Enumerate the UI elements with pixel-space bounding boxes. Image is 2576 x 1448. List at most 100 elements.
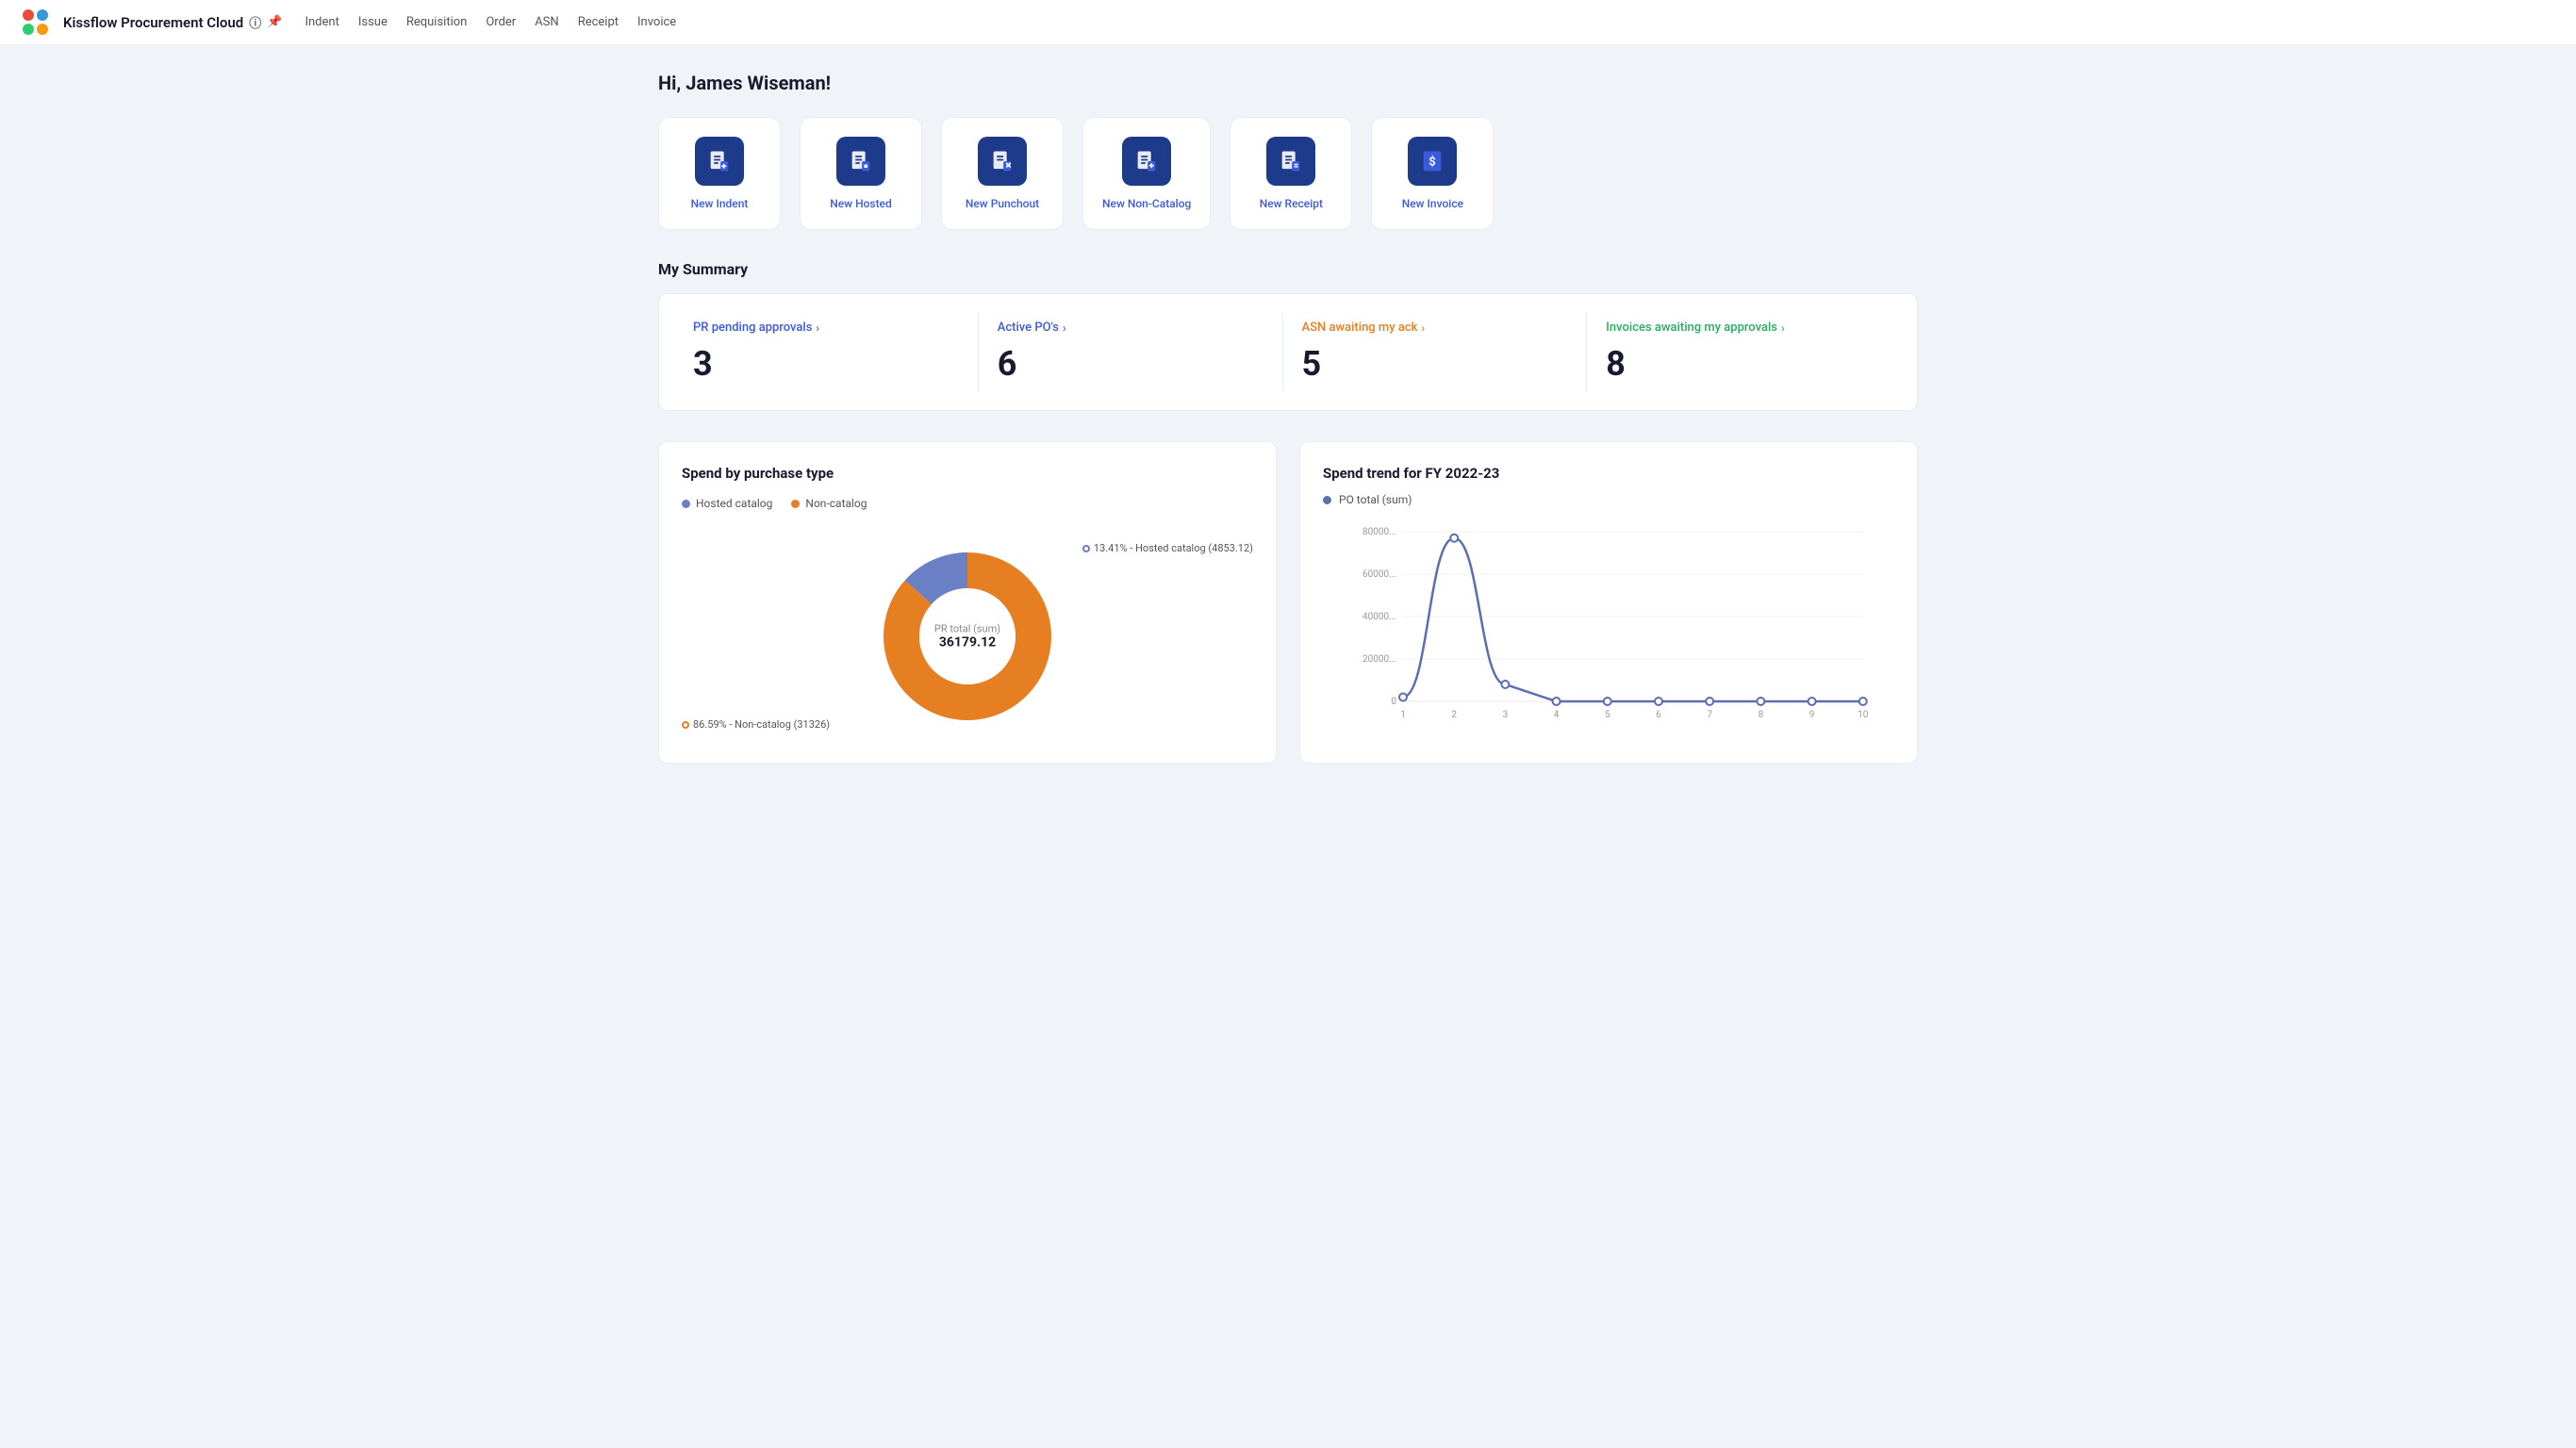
summary-title: My Summary — [658, 260, 1918, 278]
card-label-new-non-catalog: New Non-Catalog — [1102, 197, 1191, 210]
card-icon-new-punchout — [978, 137, 1027, 186]
annotation-noncatalog: 86.59% - Non-catalog (31326) — [682, 718, 830, 731]
line-legend-dot — [1323, 496, 1331, 504]
summary-invoices-value: 8 — [1606, 344, 1872, 384]
greeting-text: Hi, James Wiseman! — [658, 72, 1918, 94]
donut-center-label: PR total (sum) — [934, 623, 1000, 635]
chevron-pr: › — [816, 321, 819, 335]
svg-text:0: 0 — [1391, 697, 1396, 707]
donut-center-value: 36179.12 — [934, 635, 1000, 650]
donut-legend: Hosted catalog Non-catalog — [682, 497, 867, 510]
donut-chart-area: Hosted catalog Non-catalog 13.41% - Host… — [682, 497, 1253, 740]
summary-pr-label[interactable]: PR pending approvals › — [693, 321, 959, 335]
card-label-new-invoice: New Invoice — [1402, 197, 1463, 210]
info-icon[interactable]: ⓘ — [249, 13, 261, 31]
main-nav: Indent Issue Requisition Order ASN Recei… — [305, 15, 676, 29]
svg-text:20000...: 20000... — [1362, 654, 1396, 665]
main-content: Hi, James Wiseman! New Indent New Hosted… — [628, 45, 1948, 790]
card-new-invoice[interactable]: $ New Invoice — [1371, 117, 1494, 230]
nav-requisition[interactable]: Requisition — [406, 15, 468, 29]
datapoint-9 — [1808, 698, 1816, 705]
summary-asn: ASN awaiting my ack › 5 — [1283, 313, 1588, 391]
card-new-punchout[interactable]: New Punchout — [941, 117, 1064, 230]
datapoint-4 — [1553, 698, 1560, 705]
datapoint-6 — [1655, 698, 1662, 705]
legend-label-noncatalog: Non-catalog — [805, 497, 867, 510]
nav-issue[interactable]: Issue — [358, 15, 388, 29]
line-chart-svg: 80000... 60000... 40000... 20000... 0 — [1323, 518, 1894, 725]
card-label-new-hosted: New Hosted — [830, 197, 892, 210]
summary-po-label[interactable]: Active PO's › — [998, 321, 1263, 335]
donut-svg-wrapper: PR total (sum) 36179.12 — [864, 533, 1071, 740]
logo-dot-red — [23, 9, 34, 21]
svg-text:4: 4 — [1554, 710, 1560, 720]
svg-text:5: 5 — [1605, 710, 1610, 720]
nav-receipt[interactable]: Receipt — [578, 15, 619, 29]
datapoint-3 — [1501, 681, 1509, 688]
line-legend-label: PO total (sum) — [1339, 493, 1412, 506]
brand-section: Kissflow Procurement Cloud ⓘ 📌 — [63, 13, 282, 31]
app-header: Kissflow Procurement Cloud ⓘ 📌 Indent Is… — [0, 0, 2576, 45]
nav-invoice[interactable]: Invoice — [637, 15, 676, 29]
card-label-new-punchout: New Punchout — [966, 197, 1039, 210]
annotation-dot-noncatalog — [682, 721, 689, 729]
spend-trend-chart: Spend trend for FY 2022-23 PO total (sum… — [1299, 441, 1918, 764]
card-new-indent[interactable]: New Indent — [658, 117, 781, 230]
card-label-new-receipt: New Receipt — [1260, 197, 1323, 210]
pin-icon[interactable]: 📌 — [267, 15, 282, 29]
card-new-hosted[interactable]: New Hosted — [800, 117, 922, 230]
logo — [23, 9, 48, 35]
svg-text:3: 3 — [1503, 710, 1509, 720]
legend-hosted: Hosted catalog — [682, 497, 772, 510]
datapoint-10 — [1859, 698, 1867, 705]
svg-text:1: 1 — [1400, 710, 1406, 720]
spend-by-type-title: Spend by purchase type — [682, 465, 1253, 482]
spend-by-type-chart: Spend by purchase type Hosted catalog No… — [658, 441, 1277, 764]
legend-dot-hosted — [682, 500, 690, 508]
logo-dot-blue — [37, 9, 48, 21]
spend-trend-title: Spend trend for FY 2022-23 — [1323, 465, 1894, 482]
svg-text:10: 10 — [1858, 710, 1869, 720]
nav-order[interactable]: Order — [486, 15, 516, 29]
legend-dot-noncatalog — [791, 500, 800, 508]
chevron-po: › — [1063, 321, 1066, 335]
summary-po-value: 6 — [998, 344, 1263, 384]
svg-text:40000...: 40000... — [1362, 612, 1396, 622]
summary-asn-label[interactable]: ASN awaiting my ack › — [1302, 321, 1568, 335]
summary-invoices-label[interactable]: Invoices awaiting my approvals › — [1606, 321, 1872, 335]
card-label-new-indent: New Indent — [691, 197, 749, 210]
summary-pr-pending: PR pending approvals › 3 — [685, 313, 979, 391]
svg-text:9: 9 — [1809, 710, 1815, 720]
legend-label-hosted: Hosted catalog — [696, 497, 772, 510]
card-new-receipt[interactable]: New Receipt — [1230, 117, 1352, 230]
line-path — [1403, 538, 1863, 701]
summary-asn-value: 5 — [1302, 344, 1568, 384]
datapoint-8 — [1757, 698, 1764, 705]
brand-title: Kissflow Procurement Cloud — [63, 14, 243, 31]
summary-pr-value: 3 — [693, 344, 959, 384]
chevron-asn: › — [1421, 321, 1425, 335]
action-cards-row: New Indent New Hosted New Punchout New N… — [658, 117, 1918, 230]
svg-text:2: 2 — [1451, 710, 1457, 720]
charts-row: Spend by purchase type Hosted catalog No… — [658, 441, 1918, 764]
svg-text:8: 8 — [1759, 710, 1764, 720]
card-icon-new-hosted — [836, 137, 885, 186]
annotation-hosted: 13.41% - Hosted catalog (4853.12) — [1082, 542, 1253, 554]
logo-dot-yellow — [37, 24, 48, 35]
card-icon-new-receipt — [1266, 137, 1315, 186]
nav-indent[interactable]: Indent — [305, 15, 339, 29]
svg-text:$: $ — [1429, 156, 1436, 170]
donut-center-text: PR total (sum) 36179.12 — [934, 623, 1000, 650]
legend-noncatalog: Non-catalog — [791, 497, 867, 510]
nav-asn[interactable]: ASN — [535, 15, 558, 29]
svg-text:7: 7 — [1707, 710, 1712, 720]
chevron-invoices: › — [1781, 321, 1785, 335]
card-icon-new-non-catalog — [1122, 137, 1171, 186]
card-icon-new-invoice: $ — [1408, 137, 1457, 186]
datapoint-7 — [1706, 698, 1713, 705]
card-new-non-catalog[interactable]: New Non-Catalog — [1082, 117, 1211, 230]
card-icon-new-indent — [695, 137, 744, 186]
svg-text:6: 6 — [1656, 710, 1661, 720]
datapoint-2 — [1450, 535, 1458, 542]
svg-text:80000...: 80000... — [1362, 527, 1396, 537]
